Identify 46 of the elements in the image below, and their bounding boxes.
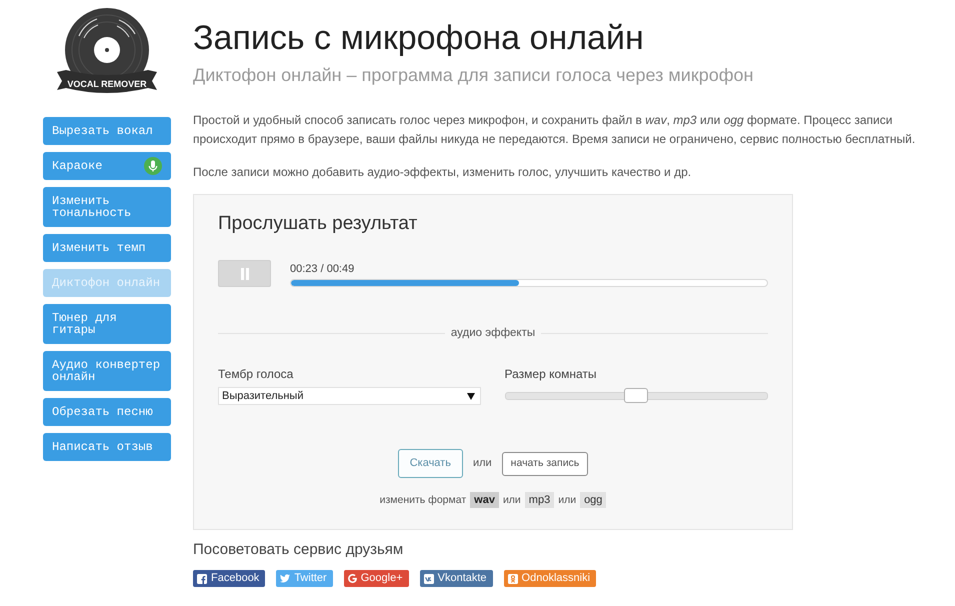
progress-track[interactable] (290, 279, 768, 287)
record-button[interactable]: начать запись (502, 452, 588, 476)
share-button[interactable]: Vkontakte (420, 570, 493, 587)
microphone-icon (144, 157, 162, 175)
sidebar-link[interactable]: Аудио конвертер онлайн (43, 351, 171, 391)
playback-time: 00:23 / 00:49 (290, 262, 354, 276)
sidebar-link[interactable]: Изменить тональность (43, 187, 171, 227)
sidebar-link[interactable]: Написать отзыв (43, 433, 171, 461)
share-button[interactable]: Odnoklassniki (504, 570, 596, 587)
sidebar-link[interactable]: Тюнер для гитары (43, 304, 171, 344)
format-label: изменить формат (380, 493, 466, 508)
format-option[interactable]: ogg (580, 492, 606, 508)
intro-paragraph: После записи можно добавить аудио-эффекты, изменить голос, улучшить качество и др. (193, 164, 692, 181)
logo-text: VOCAL REMOVER (67, 79, 147, 89)
pause-icon (240, 268, 248, 280)
field-label: Тембр голоса (218, 366, 294, 382)
pause-button[interactable] (218, 260, 271, 287)
page-subtitle: Диктофон онлайн – программа для записи голоса через микрофон (193, 64, 754, 86)
field-label: Размер комнаты (504, 366, 597, 382)
section-label: аудио эффекты (450, 326, 536, 341)
sidebar-link[interactable]: Караоке (43, 152, 171, 180)
page-title: Запись с микрофона онлайн (193, 18, 645, 58)
g-logo-icon (348, 574, 357, 583)
sidebar-link[interactable]: Изменить темп (43, 234, 171, 262)
dropdown-arrow-icon (466, 392, 474, 400)
bird-icon (280, 574, 290, 583)
room-size-slider[interactable] (504, 388, 768, 403)
sidebar-link[interactable]: Вырезать вокал (43, 117, 171, 145)
share-title: Посоветовать сервис друзьям (193, 540, 404, 560)
player-title: Прослушать результат (218, 212, 418, 236)
separator-text: или (472, 456, 492, 472)
download-button[interactable]: Скачать (398, 449, 463, 478)
vk-square-icon (424, 574, 434, 584)
f-square-icon (197, 574, 207, 584)
format-option[interactable]: mp3 (524, 492, 554, 508)
separator-text: или (558, 493, 576, 508)
intro-paragraph: Простой и удобный способ записать голос через микрофон, и сохранить файл в wav, mp3 или ogg формате. Процесс записи происходит прямо в браузере, ваши файлы никуда не передаются. Время записи не ограничено, сервис полностью бесплатный. (193, 112, 916, 148)
voice-select[interactable]: Выразительный (218, 387, 480, 405)
format-option[interactable]: wav (470, 492, 499, 508)
share-button[interactable]: Facebook (193, 570, 266, 587)
slider-thumb[interactable] (624, 388, 648, 403)
share-button[interactable]: Google+ (344, 570, 409, 587)
sidebar-link[interactable]: Обрезать песню (43, 398, 171, 426)
share-button[interactable]: Twitter (276, 570, 333, 587)
separator-text: или (502, 493, 521, 508)
person-square-icon (508, 574, 518, 584)
